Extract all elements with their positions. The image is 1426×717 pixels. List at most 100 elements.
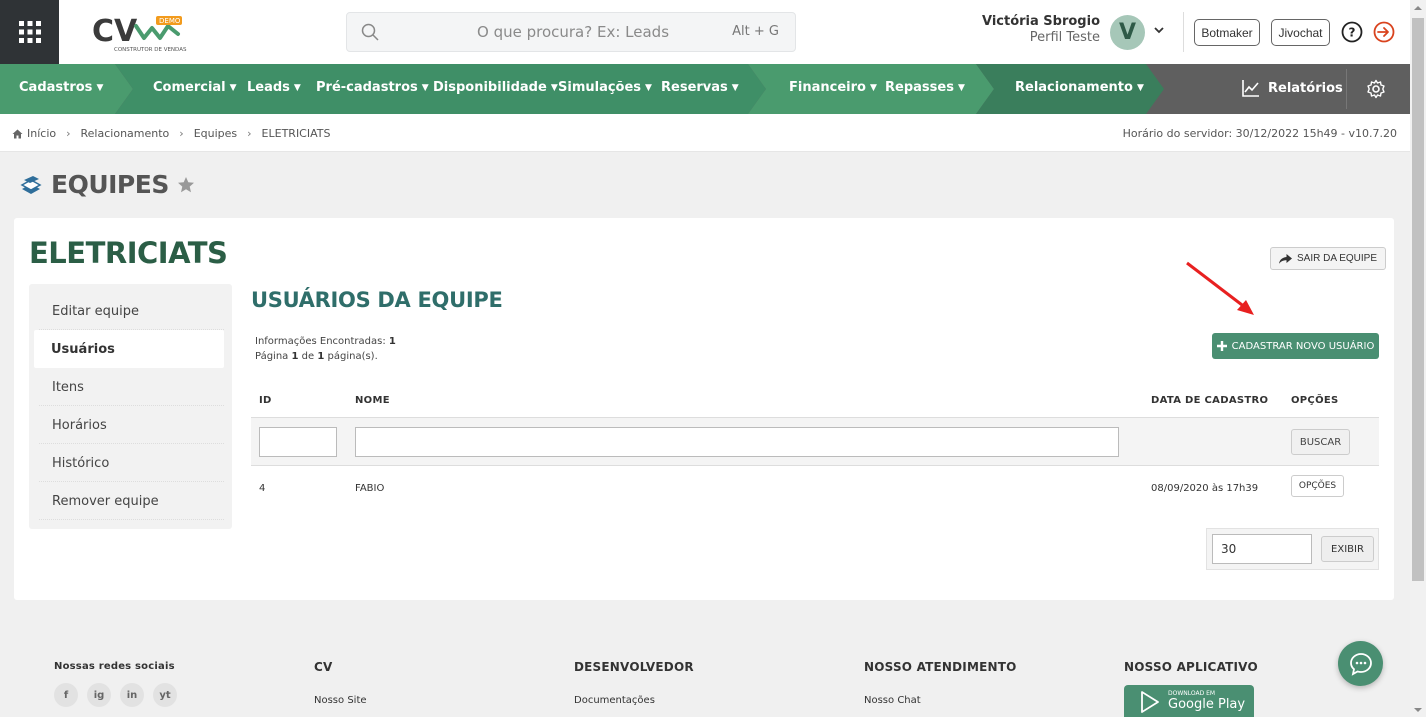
breadcrumb: Início › Relacionamento › Equipes › ELET… [12,127,330,140]
side-item-historico[interactable]: Histórico [39,444,224,482]
chevron-down-icon: ▼ [293,83,301,93]
chevron-down-icon: ▼ [645,83,652,93]
col-opcoes: OPÇÕES [1291,395,1339,406]
footer-dev-title: DESENVOLVEDOR [574,660,694,674]
botmaker-button[interactable]: Botmaker [1194,19,1260,46]
chevron-down-icon: ▼ [731,83,739,93]
grid-icon [18,21,41,43]
nav-comercial[interactable]: Comercial ▼ [153,80,237,95]
divider [1346,69,1347,109]
nav-reservas[interactable]: Reservas ▼ [661,80,739,95]
info-found-count: 1 [388,336,396,347]
plus-icon [1216,341,1227,351]
results-info: Informações Encontradas: 1 Página 1 de 1… [255,334,396,364]
google-play-button[interactable]: DOWNLOAD EM Google Play [1124,685,1254,717]
per-page-input[interactable] [1212,534,1312,564]
nav-financeiro[interactable]: Financeiro ▼ [789,80,877,95]
global-search[interactable]: Alt + G [346,12,796,52]
nav-leads[interactable]: Leads ▼ [247,80,301,95]
gear-icon[interactable] [1366,79,1386,99]
logo-badge: DEMO [159,17,181,25]
share-arrow-icon [1279,253,1292,264]
row-id: 4 [259,483,266,494]
instagram-icon[interactable]: ig [87,683,111,707]
apps-menu-button[interactable] [0,0,59,64]
add-user-button[interactable]: CADASTRAR NOVO USUÁRIO [1212,333,1379,359]
logout-icon[interactable] [1373,21,1395,43]
row-options-button[interactable]: OPÇÕES [1291,475,1344,497]
annotation-arrow-icon [1186,261,1254,315]
name-filter-input[interactable] [355,427,1119,457]
nav-repasses[interactable]: Repasses ▼ [885,80,965,95]
nav-disponibilidade[interactable]: Disponibilidade ▼ [433,80,558,95]
chevron-down-icon: ▼ [957,83,965,93]
logo-subtitle: CONSTRUTOR DE VENDAS [114,47,187,53]
row-name: FABIO [355,483,385,494]
page-suffix: página(s). [327,351,378,362]
facebook-icon[interactable]: f [54,683,78,707]
side-item-remover-equipe[interactable]: Remover equipe [39,482,224,520]
row-date: 08/09/2020 às 17h39 [1151,483,1259,494]
top-bar: CV DEMO CONSTRUTOR DE VENDAS Alt + G Vic… [0,0,1410,64]
linkedin-icon[interactable]: in [120,683,144,707]
page-word: Página [255,351,289,362]
chevron-down-icon[interactable] [1153,22,1165,38]
search-input[interactable] [347,13,795,51]
nav-relatorios[interactable]: Relatórios [1242,79,1343,97]
footer-cv-title: CV [314,660,333,674]
scrollbar-thumb[interactable] [1412,18,1424,581]
main-nav: Cadastros ▼ Comercial ▼ Leads ▼ Pré-cadastr… [0,64,1410,114]
breadcrumb-relacionamento[interactable]: Relacionamento [81,127,170,140]
side-item-usuarios[interactable]: Usuários [34,330,224,368]
side-item-editar-equipe[interactable]: Editar equipe [39,292,224,330]
nav-relacionamento[interactable]: Relacionamento ▼ [1015,80,1144,95]
search-button[interactable]: BUSCAR [1291,429,1350,455]
side-item-itens[interactable]: Itens [39,368,224,406]
col-data-cadastro[interactable]: DATA DE CADASTRO [1151,395,1268,406]
divider [1183,12,1184,52]
chevron-right-icon: › [247,127,252,140]
side-item-horarios[interactable]: Horários [39,406,224,444]
table-header: ID NOME DATA DE CADASTRO OPÇÕES [251,386,1379,418]
col-nome[interactable]: NOME [355,395,390,406]
nav-pre-cadastros[interactable]: Pré-cadastros ▼ [316,80,429,95]
search-shortcut: Alt + G [732,24,779,39]
users-table: ID NOME DATA DE CADASTRO OPÇÕES BUSCAR 4… [251,386,1379,510]
star-icon[interactable] [177,176,195,194]
search-icon [361,23,379,41]
add-user-label: CADASTRAR NOVO USUÁRIO [1231,340,1375,352]
jivochat-button[interactable]: Jivochat [1271,19,1330,46]
page-header: EQUIPES [19,170,195,199]
show-button[interactable]: EXIBIR [1321,536,1374,562]
nav-relatorios-label: Relatórios [1268,80,1343,96]
scroll-down-icon[interactable] [1413,706,1423,714]
scroll-up-icon[interactable] [1413,4,1423,12]
footer-link-chat[interactable]: Nosso Chat [864,695,921,706]
stack-icon [20,175,42,194]
chat-button[interactable] [1338,641,1383,686]
help-icon[interactable]: ? [1341,21,1363,43]
breadcrumb-equipes[interactable]: Equipes [194,127,237,140]
filter-row: BUSCAR [251,418,1379,466]
page-current: 1 [291,351,299,362]
gplay-big-text: Google Play [1168,697,1246,712]
nav-simulacoes[interactable]: Simulações ▼ [558,80,652,95]
chevron-right-icon: › [179,127,184,140]
user-name: Victória Sbrogio [981,14,1100,29]
page-of: de [301,351,315,362]
footer-link-docs[interactable]: Documentações [574,695,655,706]
user-info[interactable]: Victória Sbrogio Perfil Teste [960,14,1100,45]
chevron-down-icon: ▼ [550,83,558,93]
nav-cadastros[interactable]: Cadastros ▼ [19,80,103,95]
col-id[interactable]: ID [259,395,272,406]
home-icon [12,129,23,138]
avatar[interactable]: V [1110,15,1145,50]
chevron-down-icon: ▼ [229,83,237,93]
breadcrumb-inicio[interactable]: Início [27,127,56,140]
section-title: USUÁRIOS DA EQUIPE [251,288,503,312]
footer-link-site[interactable]: Nosso Site [314,695,367,706]
youtube-icon[interactable]: yt [153,683,177,707]
leave-team-button[interactable]: SAIR DA EQUIPE [1270,247,1387,270]
id-filter-input[interactable] [259,427,337,457]
cv-logo[interactable]: CV DEMO CONSTRUTOR DE VENDAS [92,12,188,54]
